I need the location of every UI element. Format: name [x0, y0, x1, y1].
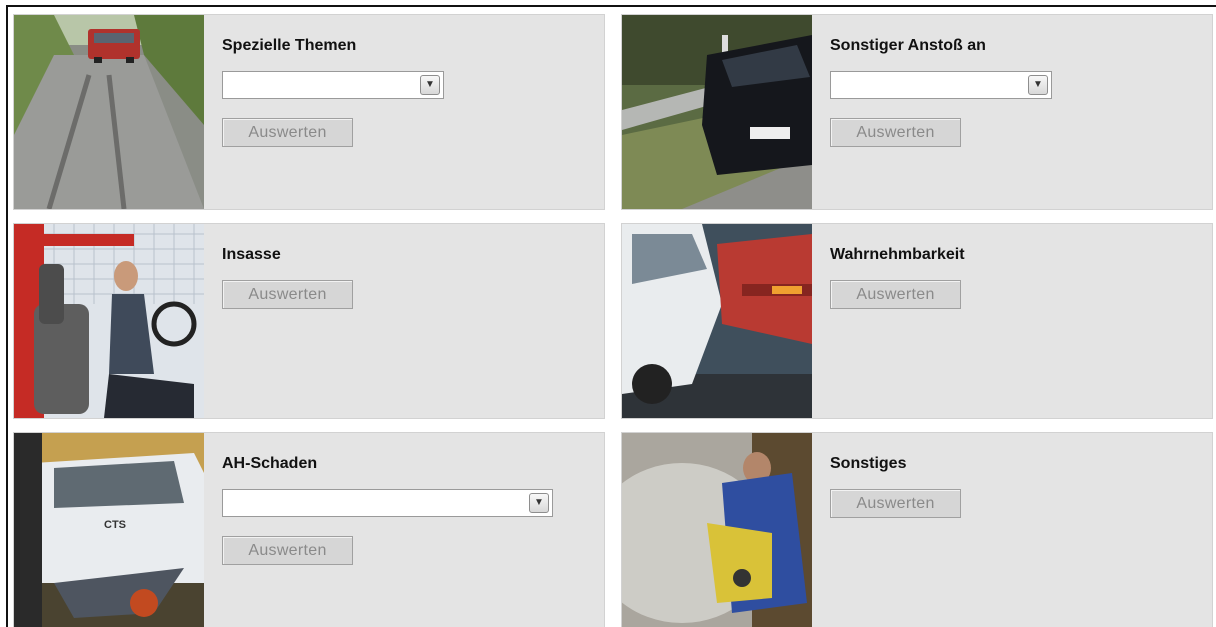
auswerten-button[interactable]: Auswerten	[830, 489, 961, 518]
auswerten-button[interactable]: Auswerten	[222, 536, 353, 565]
panel-title: Wahrnehmbarkeit	[830, 246, 965, 263]
panel-sonstiger-anstoss: Sonstiger Anstoß an ▼ Auswerten	[621, 14, 1213, 210]
ah-schaden-select[interactable]: ▼	[222, 489, 553, 517]
frame-top-border	[6, 5, 1216, 7]
auswerten-button[interactable]: Auswerten	[830, 118, 961, 147]
panel-ah-schaden: CTS AH-Schaden ▼ Auswerten	[13, 432, 605, 627]
chevron-down-icon[interactable]: ▼	[420, 75, 440, 95]
panel-title: AH-Schaden	[222, 455, 318, 472]
panel-title: Spezielle Themen	[222, 37, 357, 54]
panel-wahrnehmbarkeit: Wahrnehmbarkeit Auswerten	[621, 223, 1213, 419]
photo-car-collision	[622, 224, 812, 418]
auswerten-button[interactable]: Auswerten	[222, 118, 353, 147]
panel-sonstiges: Sonstiges Auswerten	[621, 432, 1213, 627]
panel-title: Sonstiges	[830, 455, 907, 472]
panel-title: Sonstiger Anstoß an	[830, 37, 986, 54]
auswerten-button[interactable]: Auswerten	[830, 280, 961, 309]
photo-driver-seat	[14, 224, 204, 418]
photo-car-guardrail	[622, 15, 812, 209]
anstoss-select[interactable]: ▼	[830, 71, 1052, 99]
panel-insasse: Insasse Auswerten	[13, 223, 605, 419]
panel-title: Insasse	[222, 246, 281, 263]
auswerten-button[interactable]: Auswerten	[222, 280, 353, 309]
photo-car-on-road	[14, 15, 204, 209]
themen-select[interactable]: ▼	[222, 71, 444, 99]
photo-worker-saw	[622, 433, 812, 627]
chevron-down-icon[interactable]: ▼	[529, 493, 549, 513]
chevron-down-icon[interactable]: ▼	[1028, 75, 1048, 95]
photo-cts-car: CTS	[14, 433, 204, 627]
panel-spezielle-themen: Spezielle Themen ▼ Auswerten	[13, 14, 605, 210]
frame-left-border	[6, 5, 8, 627]
cts-logo-text: CTS	[104, 519, 126, 531]
